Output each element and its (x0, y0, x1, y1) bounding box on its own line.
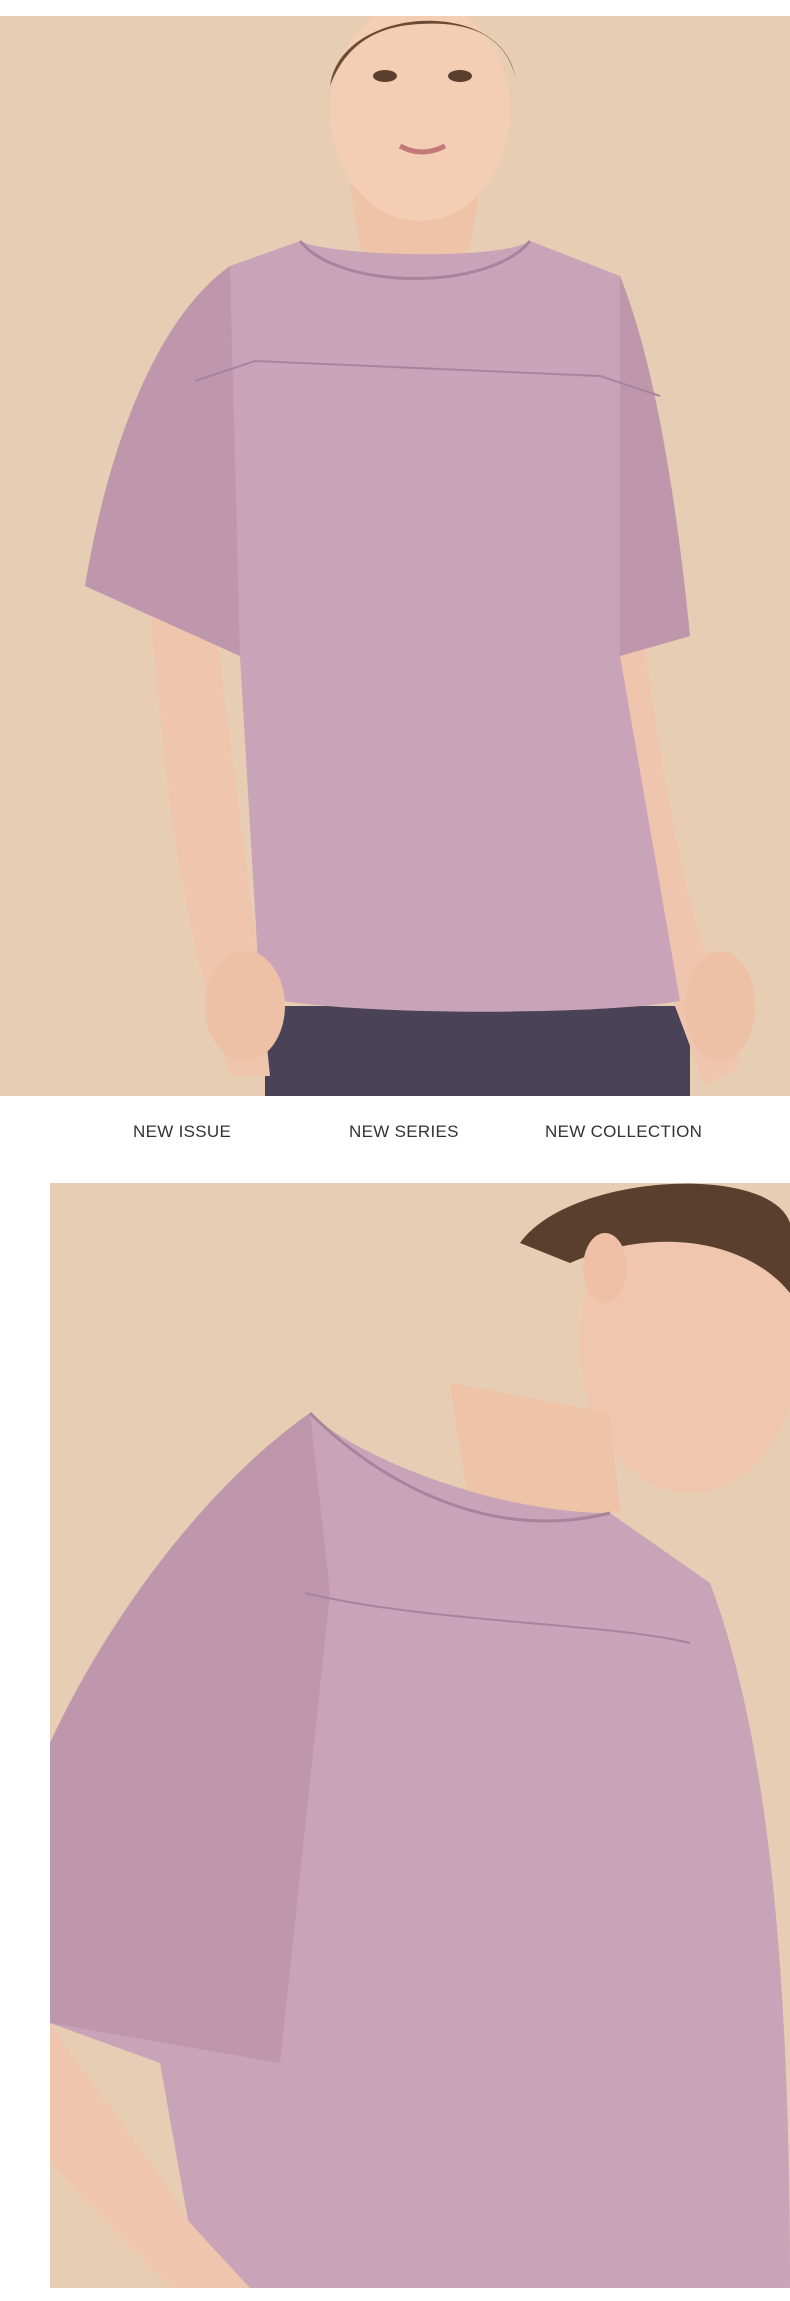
tab-new-series[interactable]: NEW SERIES (349, 1122, 459, 1142)
model-side-illustration (50, 1183, 790, 2288)
model-front-illustration (0, 16, 790, 1096)
product-photo-closeup (50, 1183, 790, 2288)
product-photo-front (0, 16, 790, 1096)
tab-new-issue[interactable]: NEW ISSUE (133, 1122, 231, 1142)
collection-tabs: NEW ISSUE NEW SERIES NEW COLLECTION (0, 1122, 790, 1162)
tab-new-collection[interactable]: NEW COLLECTION (545, 1122, 702, 1142)
